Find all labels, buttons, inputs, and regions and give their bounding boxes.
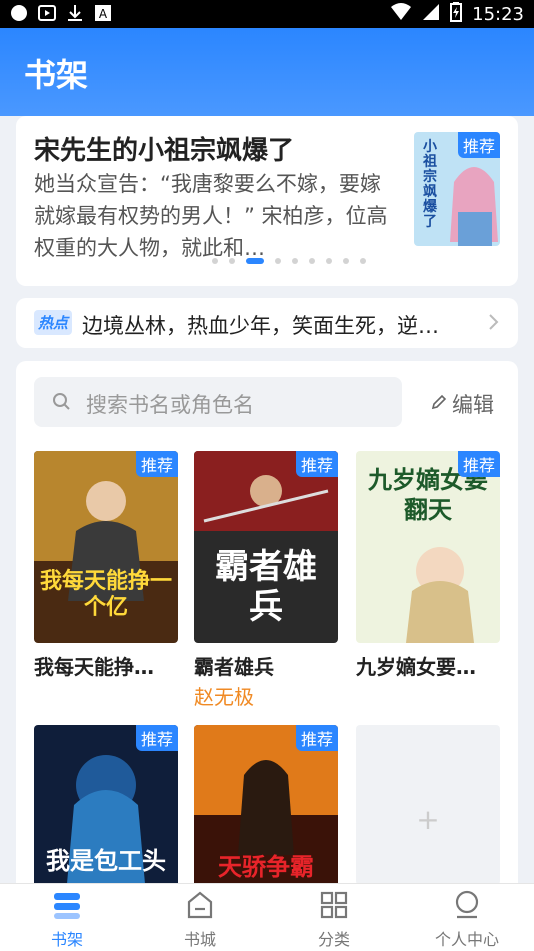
profile-icon [452,890,482,924]
page-title: 书架 [24,56,89,94]
nav-label: 个人中心 [434,930,499,949]
battery-icon [450,2,463,27]
nav-item-bookshelf[interactable]: 书架 [17,890,117,950]
wifi-icon [390,3,412,26]
bookshelf-icon [51,893,83,924]
carousel-dot [360,258,366,264]
carousel-dot-active [246,258,264,264]
circle-notification-icon [10,4,28,22]
book-cover-title: 我是包工头 [46,847,166,875]
carousel-dot [212,258,218,264]
book-author: 赵无极 [194,685,254,709]
nav-item-profile[interactable]: 个人中心 [417,890,517,950]
pencil-icon [430,392,448,416]
carousel-dot [309,258,315,264]
edit-button[interactable]: 编辑 [430,389,494,419]
svg-text:A: A [99,7,108,21]
store-icon [185,891,215,924]
hot-tag: 热点 [34,310,73,335]
book-cover-title: 霸者雄兵 [215,547,317,627]
book-cover-title: 天骄争霸 [218,853,314,881]
nav-label: 书城 [183,930,216,949]
edit-label: 编辑 [452,393,494,417]
search-placeholder: 搜索书名或角色名 [86,393,254,417]
book-cover-title: 我每天能挣一个亿 [40,569,173,620]
book-cover[interactable]: 九岁嫡女要翻天 推荐 [356,451,500,643]
book-name: 我每天能挣… [34,655,154,679]
book-badge: 推荐 [295,725,338,751]
book-badge: 推荐 [457,451,500,477]
download-icon [66,4,84,22]
text-notification-icon: A [94,4,112,22]
status-time: 15:23 [472,4,524,25]
carousel-indicator [212,258,366,264]
recommend-badge: 推荐 [457,132,500,158]
grid-icon [319,891,349,924]
recommend-title: 宋先生的小祖宗飒爆了 [34,136,295,166]
book-name: 霸者雄兵 [194,655,274,679]
book-badge: 推荐 [295,451,338,477]
nav-label: 书架 [50,930,83,949]
video-notification-icon [38,4,56,22]
book-cover[interactable]: 霸者雄兵 推荐 [194,451,338,643]
bookshelf-panel: 搜索书名或角色名 编辑 我每天能挣一个亿 推荐 我每天能挣… 霸者雄兵 推荐 霸… [16,361,518,921]
book-cover[interactable]: 我每天能挣一个亿 推荐 [34,451,178,643]
hot-news-bar[interactable]: 热点 边境丛林，热血少年，笑面生死，逆… [16,298,518,348]
search-input[interactable]: 搜索书名或角色名 [34,377,402,427]
carousel-dot [229,258,235,264]
nav-item-category[interactable]: 分类 [284,890,384,950]
add-book-button[interactable]: + [356,725,500,885]
book-badge: 推荐 [135,725,178,751]
hot-text: 边境丛林，热血少年，笑面生死，逆… [82,314,439,338]
recommend-cover[interactable]: 小祖宗飒爆了 推荐 [414,132,500,246]
bottom-navigation: 书架 书城 分类 个人中心 [0,883,534,951]
book-badge: 推荐 [135,451,178,477]
carousel-dot [326,258,332,264]
recommend-cover-title: 小祖宗飒爆了 [423,139,437,230]
signal-icon [422,3,440,26]
carousel-dot [343,258,349,264]
carousel-dot [275,258,281,264]
nav-label: 分类 [317,930,350,949]
chevron-right-icon [488,312,500,337]
carousel-dot [292,258,298,264]
nav-item-store[interactable]: 书城 [150,890,250,950]
app-header: 书架 [0,28,534,116]
book-name: 九岁嫡女要… [356,655,476,679]
search-icon [52,392,72,416]
recommend-banner[interactable]: 宋先生的小祖宗飒爆了 她当众宣告：“我唐黎要么不嫁，要嫁就嫁最有权势的男人！” … [16,116,518,286]
recommend-description: 她当众宣告：“我唐黎要么不嫁，要嫁就嫁最有权势的男人！” 宋柏彦，位高权重的大人… [34,172,388,260]
status-bar: A 15:23 [0,0,534,28]
